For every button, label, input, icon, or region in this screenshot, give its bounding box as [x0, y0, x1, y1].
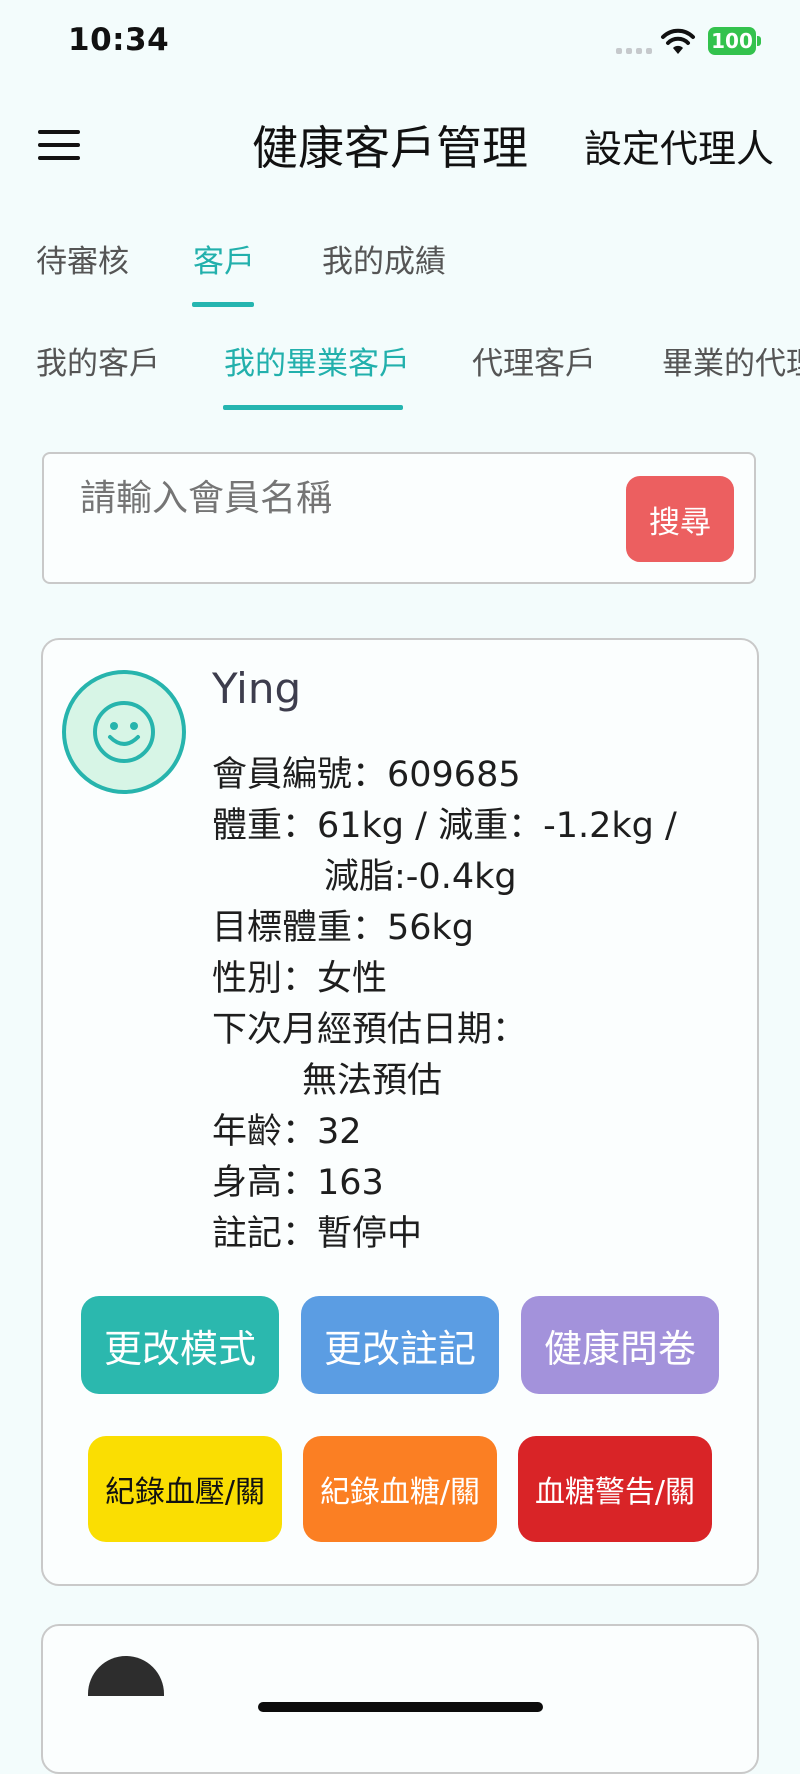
tab-my-performance[interactable]: 我的成績 — [322, 236, 446, 281]
weight-info: 體重：61kg / 減重：-1.2kg / — [212, 806, 677, 846]
age: 年齡：32 — [212, 1112, 362, 1152]
period-estimate-value: 無法預估 — [302, 1061, 443, 1101]
battery-indicator: 100 — [708, 27, 756, 55]
customer-card-next[interactable] — [41, 1624, 759, 1774]
search-button[interactable]: 搜尋 — [626, 476, 734, 562]
blood-sugar-warning-toggle[interactable]: 血糖警告/關 — [518, 1436, 712, 1542]
subtab-my-customers[interactable]: 我的客戶 — [36, 338, 160, 383]
subtab-graduated-proxy[interactable]: 畢業的代理 — [662, 338, 800, 383]
subtab-active-indicator — [223, 405, 403, 410]
hamburger-menu-icon[interactable] — [38, 130, 80, 160]
page-title: 健康客戶管理 — [252, 121, 528, 175]
health-survey-button[interactable]: 健康問卷 — [521, 1296, 719, 1394]
change-mode-button[interactable]: 更改模式 — [81, 1296, 279, 1394]
tab-customers[interactable]: 客戶 — [193, 236, 255, 281]
subtab-proxy-customers[interactable]: 代理客戶 — [472, 338, 596, 383]
avatar — [62, 670, 186, 794]
tab-pending-review[interactable]: 待審核 — [36, 236, 129, 281]
customer-name: Ying — [212, 664, 302, 713]
subtab-my-graduated-customers[interactable]: 我的畢業客戶 — [224, 338, 410, 383]
member-id: 會員編號：609685 — [212, 755, 521, 795]
change-note-button[interactable]: 更改註記 — [301, 1296, 499, 1394]
fat-loss-info: 減脂:-0.4kg — [324, 857, 517, 897]
cellular-signal-icon — [616, 48, 652, 54]
period-estimate-label: 下次月經預估日期： — [212, 1010, 528, 1050]
status-time: 10:34 — [68, 22, 170, 58]
gender: 性別：女性 — [212, 959, 388, 999]
set-proxy-button[interactable]: 設定代理人 — [584, 118, 774, 173]
record-blood-sugar-toggle[interactable]: 紀錄血糖/關 — [303, 1436, 497, 1542]
height: 身高：163 — [212, 1163, 384, 1203]
tab-active-indicator — [192, 302, 254, 307]
record-blood-pressure-toggle[interactable]: 紀錄血壓/關 — [88, 1436, 282, 1542]
wifi-icon — [661, 28, 695, 54]
member-name-search-input[interactable] — [80, 478, 600, 519]
target-weight: 目標體重：56kg — [212, 908, 475, 948]
home-indicator[interactable] — [258, 1702, 543, 1712]
battery-tip — [757, 36, 761, 46]
smiley-face-icon — [93, 701, 155, 763]
note: 註記：暫停中 — [212, 1214, 423, 1254]
